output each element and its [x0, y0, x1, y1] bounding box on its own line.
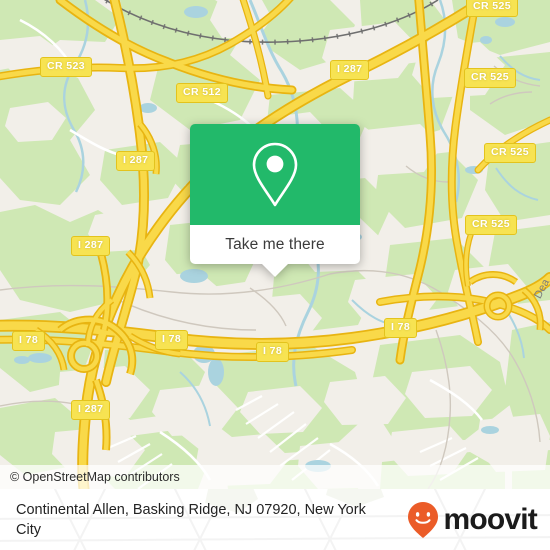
popup-icon-area [190, 124, 360, 225]
osm-attribution-text[interactable]: © OpenStreetMap contributors [10, 470, 180, 484]
road-shield: CR 525 [464, 68, 517, 88]
road-shield: CR 525 [466, 0, 519, 17]
location-title: Continental Allen, Basking Ridge, NJ 079… [16, 501, 366, 538]
road-shield: I 287 [71, 236, 111, 256]
road-shield: I 78 [155, 330, 189, 350]
road-shield: I 287 [330, 60, 370, 80]
road-shield: I 78 [256, 342, 290, 362]
road-shield: CR 512 [176, 83, 229, 103]
moovit-logo[interactable]: moovit [406, 501, 538, 539]
map-canvas[interactable]: CR 523 CR 512 I 287 CR 525 CR 525 CR 525 CR 52… [0, 0, 550, 489]
take-me-there-label: Take me there [225, 235, 325, 253]
moovit-wordmark: moovit [443, 502, 537, 536]
map-page: CR 523 CR 512 I 287 CR 525 CR 525 CR 525 CR 52… [0, 0, 550, 550]
popup-action-area[interactable]: Take me there [190, 225, 360, 277]
bottom-info-bar: Continental Allen, Basking Ridge, NJ 079… [0, 489, 550, 550]
map-pin-icon [252, 142, 298, 206]
road-shield: CR 525 [484, 143, 537, 163]
road-shield: I 78 [12, 331, 46, 351]
popup-tail [262, 264, 288, 277]
road-shield: I 287 [116, 151, 156, 171]
road-shield: I 78 [384, 318, 418, 338]
road-shield: I 287 [71, 400, 111, 420]
moovit-smiley-pin-icon [408, 501, 439, 538]
road-shield: CR 525 [465, 215, 518, 235]
location-popup[interactable]: Take me there [190, 124, 360, 277]
map-attribution-bar: © OpenStreetMap contributors [0, 465, 550, 489]
road-shield: CR 523 [40, 57, 93, 77]
